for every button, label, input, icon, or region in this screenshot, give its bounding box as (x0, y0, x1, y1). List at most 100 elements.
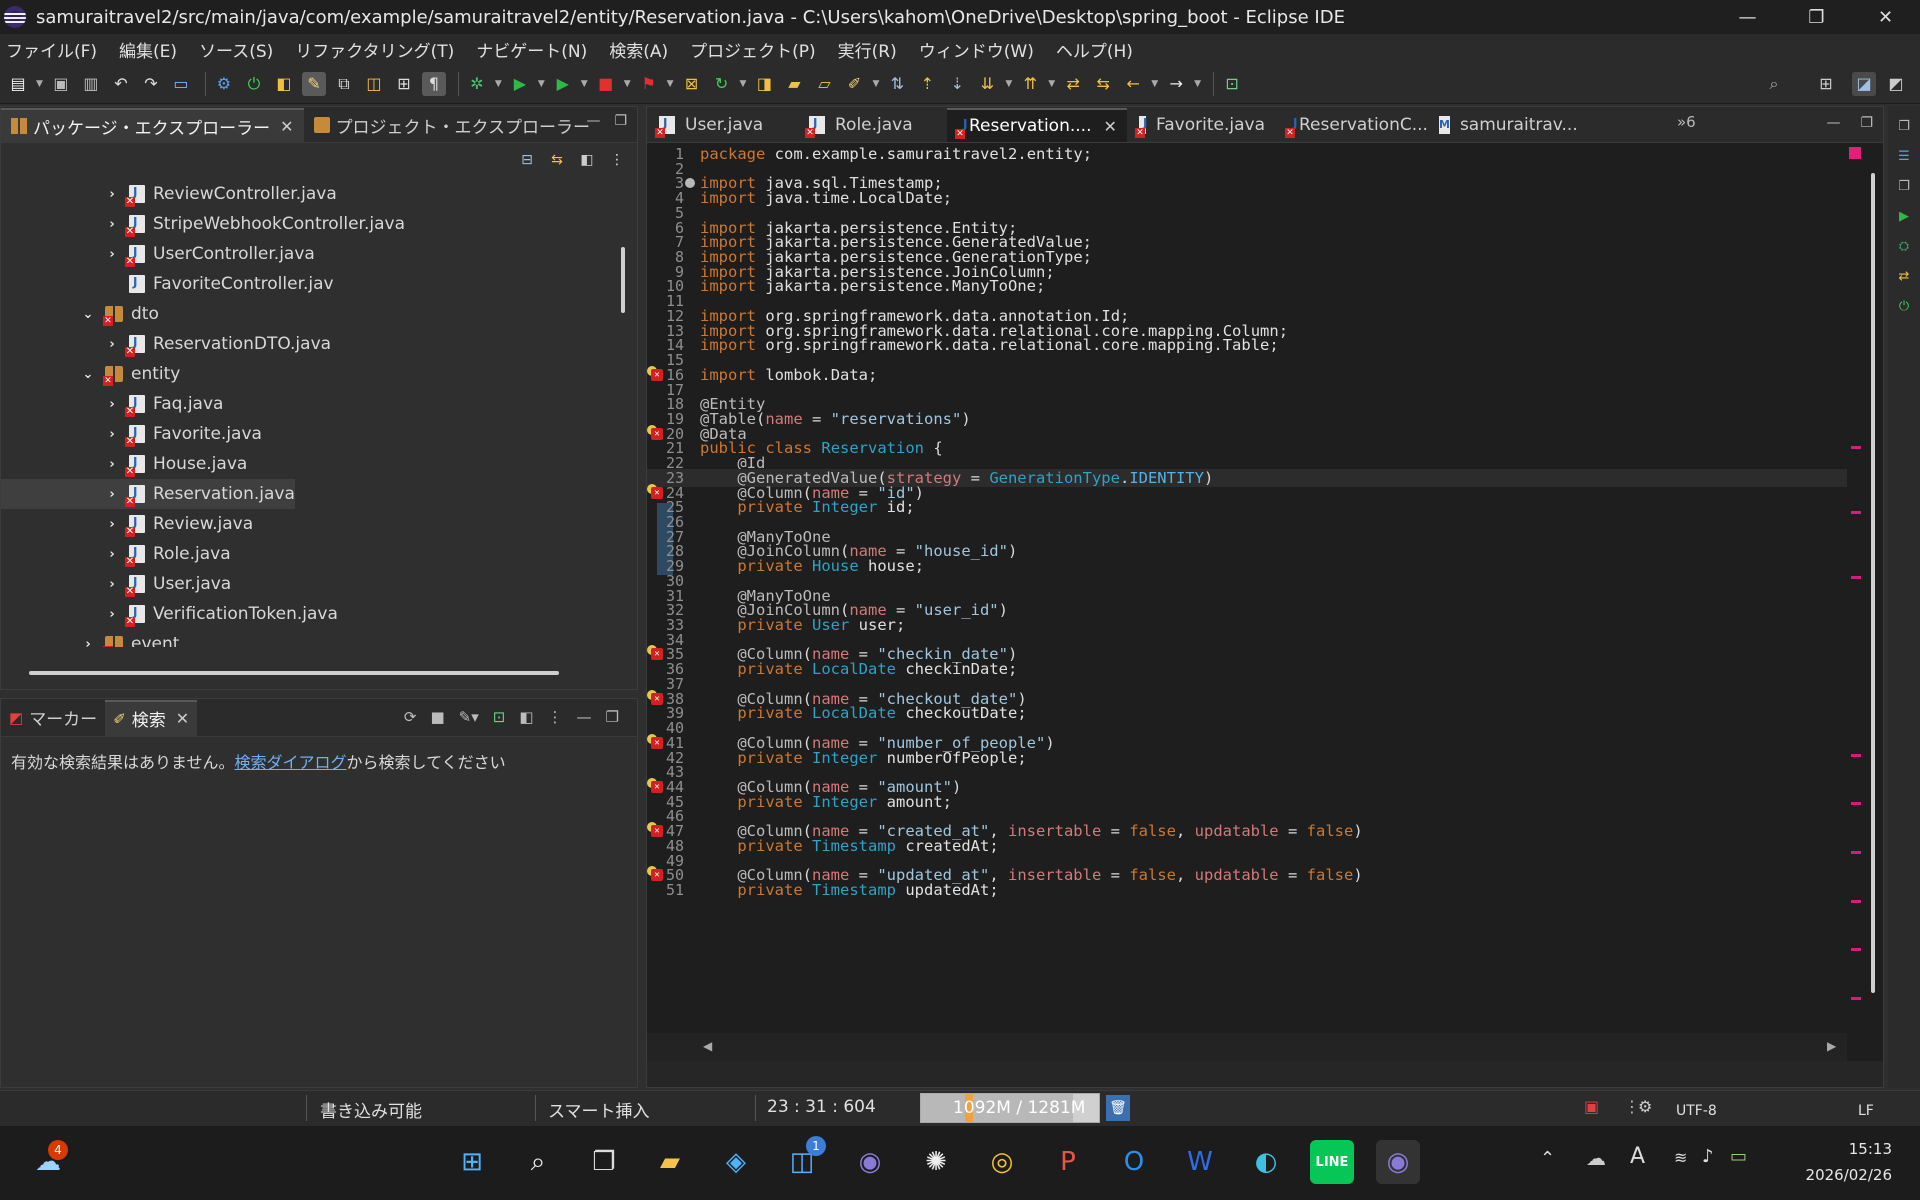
debug-icon[interactable]: ✲ (465, 72, 489, 96)
tree-file-item[interactable]: › Faq.java (1, 389, 223, 419)
restore-icon[interactable]: ❐ (1894, 176, 1914, 196)
chevron-right-icon[interactable]: › (81, 637, 95, 648)
problems-icon[interactable]: ▣ (1584, 1097, 1599, 1116)
link-with-editor-icon[interactable]: ⇆ (547, 150, 567, 170)
cancel-search-icon[interactable]: ■ (430, 708, 444, 726)
annotation-up-icon[interactable]: ⇡ (915, 72, 939, 96)
overview-ruler-mark[interactable] (1851, 851, 1861, 854)
chevron-down-icon[interactable]: ⌄ (81, 307, 95, 322)
error-marker-icon[interactable] (647, 689, 663, 706)
coverage-icon[interactable]: ⚑ (637, 72, 661, 96)
next-annotation-dropdown-icon[interactable]: ▼ (1005, 79, 1012, 89)
toggle-mark-occurrences-icon[interactable]: ✎ (301, 71, 326, 96)
open-perspective-icon[interactable]: ⊞ (1814, 72, 1838, 96)
chevron-right-icon[interactable]: › (105, 217, 119, 232)
error-marker-icon[interactable] (647, 483, 663, 500)
last-edit-icon[interactable]: ⇄ (1061, 72, 1085, 96)
vertical-scrollbar[interactable] (1871, 173, 1875, 993)
code-area[interactable]: ◀ ▶ 1 package com.example.samuraitravel2.… (647, 143, 1883, 1061)
menu-window[interactable]: ウィンドウ(W) (919, 37, 1034, 62)
background-tasks-icon[interactable]: ⚙ (1638, 1097, 1652, 1116)
restore-icon[interactable]: ❐ (1894, 116, 1914, 136)
settings-gear-icon[interactable]: ⚙ (212, 72, 236, 96)
search-dropdown-icon[interactable]: ▼ (872, 79, 879, 89)
overview-ruler-mark[interactable] (1851, 899, 1861, 903)
file-explorer-icon[interactable]: ▰ (648, 1140, 692, 1184)
open-task-icon[interactable]: ⊡ (1220, 72, 1244, 96)
open-type-icon[interactable]: ⧉ (332, 72, 356, 96)
chevron-right-icon[interactable]: › (105, 337, 119, 352)
error-marker-icon[interactable] (647, 733, 663, 750)
vertical-scrollbar[interactable] (621, 247, 625, 313)
next-edit-icon[interactable]: ⇆ (1091, 72, 1115, 96)
tree-file-item[interactable]: FavoriteController.jav (1, 269, 334, 299)
previous-annotation-dropdown-icon[interactable]: ▼ (1048, 79, 1055, 89)
run-dropdown-icon[interactable]: ▼ (538, 79, 545, 89)
tree-file-item[interactable]: › Role.java (1, 539, 231, 569)
tab-role-java[interactable]: Role.java (797, 108, 947, 142)
error-marker-icon[interactable] (647, 424, 663, 441)
power-icon[interactable]: ⏻ (242, 72, 266, 96)
tree-file-item[interactable]: › Favorite.java (1, 419, 262, 449)
tree-file-item[interactable]: › Review.java (1, 509, 253, 539)
overview-ruler-mark[interactable] (1851, 996, 1861, 1000)
focus-icon[interactable]: ◧ (519, 708, 533, 726)
clock[interactable]: 15:13 2026/02/26 (1806, 1136, 1892, 1188)
wifi-icon[interactable]: ≋ (1674, 1148, 1687, 1167)
windows-start-icon[interactable]: ⊞ (450, 1140, 494, 1184)
heap-status[interactable]: 1092M / 1281M (920, 1093, 1100, 1123)
tree-package-item[interactable]: › event (1, 629, 179, 647)
tab-overflow-button[interactable]: »6 (1677, 113, 1696, 131)
debug-dropdown-icon[interactable]: ▼ (495, 79, 502, 89)
maximize-button[interactable]: ❐ (1782, 0, 1851, 34)
tab-project-explorer[interactable]: プロジェクト・エクスプローラー (304, 108, 601, 142)
new-java-project-icon[interactable]: ◧ (272, 72, 296, 96)
focus-on-active-task-icon[interactable]: ◧ (577, 150, 597, 170)
overview-ruler-mark[interactable] (1851, 948, 1861, 952)
chevron-right-icon[interactable]: › (105, 247, 119, 262)
run-last-dropdown-icon[interactable]: ▼ (581, 79, 588, 89)
chevron-right-icon[interactable]: › (105, 517, 119, 532)
minimize-button[interactable]: — (1713, 0, 1782, 34)
save-icon[interactable]: ▣ (49, 72, 73, 96)
view-menu-icon[interactable]: ⋮ (548, 708, 563, 726)
run-icon[interactable]: ▶ (1894, 206, 1914, 226)
scroll-right-icon[interactable]: ▶ (1827, 1039, 1836, 1053)
forward-icon[interactable]: → (1164, 72, 1188, 96)
overview-ruler-mark[interactable] (1851, 753, 1861, 757)
chrome-icon[interactable]: ◎ (980, 1140, 1024, 1184)
error-marker-icon[interactable] (647, 365, 663, 382)
tree-file-item[interactable]: › ReservationDTO.java (1, 329, 331, 359)
tree-file-item[interactable]: › UserController.java (1, 239, 315, 269)
overview-ruler-mark[interactable] (1851, 510, 1861, 514)
edge-icon[interactable]: ◐ (1244, 1140, 1288, 1184)
new-class-icon[interactable]: ◨ (752, 72, 776, 96)
tab-reservation-controller-java[interactable]: ReservationC... (1277, 108, 1428, 142)
volume-icon[interactable]: ♪ (1702, 1146, 1714, 1167)
overview-ruler-mark[interactable] (1851, 575, 1861, 579)
error-marker-icon[interactable] (647, 866, 663, 882)
code-line[interactable]: 51 private Timestamp updatedAt; (647, 881, 1847, 899)
tree-file-item[interactable]: › VerificationToken.java (1, 599, 338, 629)
outline-icon[interactable]: ☰ (1894, 146, 1914, 166)
menu-project[interactable]: プロジェクト(P) (690, 37, 816, 62)
forward-dropdown-icon[interactable]: ▼ (1194, 79, 1201, 89)
tab-reservation-java[interactable]: Reservation.... ✕ (947, 108, 1127, 142)
tree-file-item[interactable]: › User.java (1, 569, 231, 599)
search-icon[interactable]: ⌕ (516, 1140, 560, 1184)
coverage-dropdown-icon[interactable]: ▼ (667, 79, 674, 89)
powerpoint-icon[interactable]: P (1046, 1140, 1090, 1184)
view-menu-icon[interactable]: ⋮ (607, 150, 627, 170)
maximize-icon[interactable]: ❐ (1860, 115, 1873, 131)
menu-source[interactable]: ソース(S) (199, 37, 273, 62)
minimize-icon[interactable]: — (586, 113, 600, 129)
maximize-icon[interactable]: ❐ (606, 708, 619, 726)
search-dialog-link[interactable]: 検索ダイアログ (235, 753, 347, 772)
task-view-icon[interactable]: ❐ (582, 1140, 626, 1184)
collapse-all-icon[interactable]: ⊟ (517, 150, 537, 170)
menu-run[interactable]: 実行(R) (838, 37, 897, 62)
new-package-icon[interactable]: ⊠ (680, 72, 704, 96)
open-resource-icon[interactable]: ◫ (362, 72, 386, 96)
back-dropdown-icon[interactable]: ▼ (1151, 79, 1158, 89)
tab-markers[interactable]: ◩ マーカー (1, 700, 105, 736)
